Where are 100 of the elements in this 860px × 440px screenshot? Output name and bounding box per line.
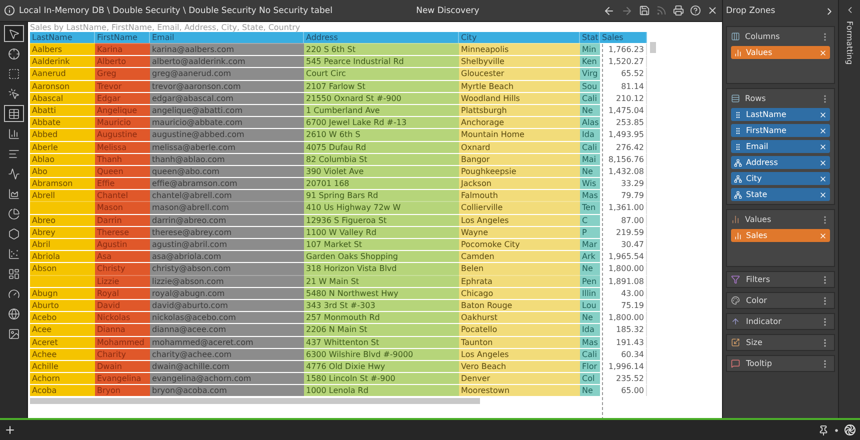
- table-cell: Aberle: [30, 140, 95, 153]
- table-cell: Cali: [580, 140, 600, 153]
- table-cell: Anchorage: [459, 116, 580, 128]
- field-chip[interactable]: Sales: [731, 229, 830, 242]
- table-cell: thanh@ablao.com: [150, 152, 304, 165]
- forward-icon[interactable]: [621, 4, 633, 16]
- table-cell: Abascal: [30, 92, 95, 104]
- dot-icon: [835, 428, 838, 432]
- panel-title: Drop Zones: [726, 6, 776, 16]
- field-chip[interactable]: State: [731, 188, 830, 201]
- selection-icon: [8, 68, 20, 80]
- table-cell: Flor: [580, 360, 600, 372]
- table-cell: 257 Monmouth Rd: [304, 311, 459, 324]
- table-cell: Abbed: [30, 128, 95, 140]
- drop-zone[interactable]: Size: [726, 334, 835, 351]
- column-header[interactable]: LastName: [30, 32, 95, 43]
- table-cell: Pocomoke City: [459, 238, 580, 250]
- column-header[interactable]: Email: [150, 32, 304, 43]
- field-chip[interactable]: FirstName: [731, 124, 830, 137]
- table-cell: 437 Whittenton St: [304, 336, 459, 348]
- close-icon[interactable]: [819, 110, 827, 118]
- drop-zone[interactable]: Tooltip: [726, 355, 835, 372]
- horizontal-scrollbar[interactable]: [30, 398, 480, 404]
- field-chip[interactable]: LastName: [731, 108, 830, 121]
- close-icon[interactable]: [819, 232, 827, 240]
- table-cell: Mohammed: [95, 336, 150, 348]
- tool-button[interactable]: [4, 105, 24, 122]
- table-cell: 4075 Dufau Rd: [304, 140, 459, 153]
- treemap-icon: [8, 268, 20, 280]
- table-cell: 107 Market St: [304, 238, 459, 250]
- field-chip[interactable]: Email: [731, 140, 830, 153]
- chip-label: State: [746, 190, 768, 199]
- table-cell: 12936 S Figueroa St: [304, 214, 459, 226]
- table-cell: Agustin: [95, 238, 150, 250]
- field-chip[interactable]: Values: [731, 46, 830, 59]
- formatting-tab[interactable]: Formatting: [845, 21, 854, 65]
- area-chart-icon: [8, 188, 20, 200]
- table-cell: 220 S 6th St: [304, 43, 459, 56]
- table-cell: Ten: [580, 201, 600, 214]
- table-cell: P: [580, 226, 600, 238]
- pin-icon[interactable]: [818, 424, 829, 436]
- close-icon[interactable]: [819, 48, 827, 56]
- info-icon[interactable]: [4, 5, 15, 16]
- print-icon[interactable]: [673, 5, 684, 16]
- breadcrumb-path: Local In-Memory DB \ Double Security \ Double Security No Security tabel: [19, 6, 332, 16]
- drop-zone[interactable]: Indicator: [726, 313, 835, 330]
- column-header[interactable]: FirstName: [95, 32, 150, 43]
- close-icon[interactable]: [819, 174, 827, 182]
- table-cell: Belen: [459, 262, 580, 275]
- rows-icon: [731, 94, 740, 103]
- table-cell: Therese: [95, 226, 150, 238]
- column-header[interactable]: Stat: [580, 32, 600, 43]
- rss-icon[interactable]: [656, 5, 667, 16]
- table-cell: Greg: [95, 67, 150, 80]
- table-cell: Shelbyville: [459, 55, 580, 68]
- help-icon[interactable]: [690, 5, 701, 16]
- arrow-icon: [731, 317, 740, 326]
- close-icon[interactable]: [707, 5, 718, 16]
- zone-label: Color: [746, 296, 768, 305]
- table-cell: angelique@abatti.com: [150, 104, 304, 116]
- table-cell: Oakhurst: [459, 311, 580, 324]
- table-cell: Dianna: [95, 323, 150, 336]
- table-cell: charity@achee.com: [150, 348, 304, 360]
- table-cell: 1580 Lincoln St #-900: [304, 372, 459, 384]
- table-cell: Denver: [459, 372, 580, 384]
- close-icon[interactable]: [819, 158, 827, 166]
- column-header[interactable]: Sales: [600, 32, 647, 43]
- table-cell: Angelique: [95, 104, 150, 116]
- table-cell: lizzie@abson.com: [150, 274, 304, 287]
- field-chip[interactable]: City: [731, 172, 830, 185]
- table-cell: Dwain: [95, 360, 150, 372]
- table-cell: Melissa: [95, 140, 150, 153]
- close-icon[interactable]: [819, 126, 827, 134]
- drop-zone[interactable]: Color: [726, 292, 835, 309]
- column-header[interactable]: Address: [304, 32, 459, 43]
- close-icon[interactable]: [819, 142, 827, 150]
- table-cell: Charity: [95, 348, 150, 360]
- table-cell: Ida: [580, 128, 600, 140]
- zone-label: Size: [746, 338, 764, 347]
- field-chip[interactable]: Address: [731, 156, 830, 169]
- table-cell: 1100 W Valley Rd: [304, 226, 459, 238]
- table-cell: Thanh: [95, 152, 150, 165]
- table-cell: Abbate: [30, 116, 95, 128]
- table-cell: Vero Beach: [459, 360, 580, 372]
- table-cell: Ida: [580, 323, 600, 336]
- vertical-scrollbar[interactable]: [650, 42, 656, 53]
- drop-zone[interactable]: Filters: [726, 271, 835, 288]
- tool-button[interactable]: [4, 25, 24, 42]
- spiral-icon[interactable]: [844, 424, 856, 436]
- table-cell: Myrtle Beach: [459, 80, 580, 92]
- table-cell: melissa@aberle.com: [150, 140, 304, 153]
- column-header[interactable]: City: [459, 32, 580, 43]
- back-icon[interactable]: [603, 4, 615, 16]
- add-icon[interactable]: [4, 424, 16, 436]
- bar-chart-icon: [734, 48, 742, 56]
- table-cell: Aalbers: [30, 43, 95, 56]
- table-cell: Ephrata: [459, 274, 580, 287]
- zone-label: Rows: [745, 94, 767, 103]
- save-icon[interactable]: [639, 5, 650, 16]
- close-icon[interactable]: [819, 190, 827, 198]
